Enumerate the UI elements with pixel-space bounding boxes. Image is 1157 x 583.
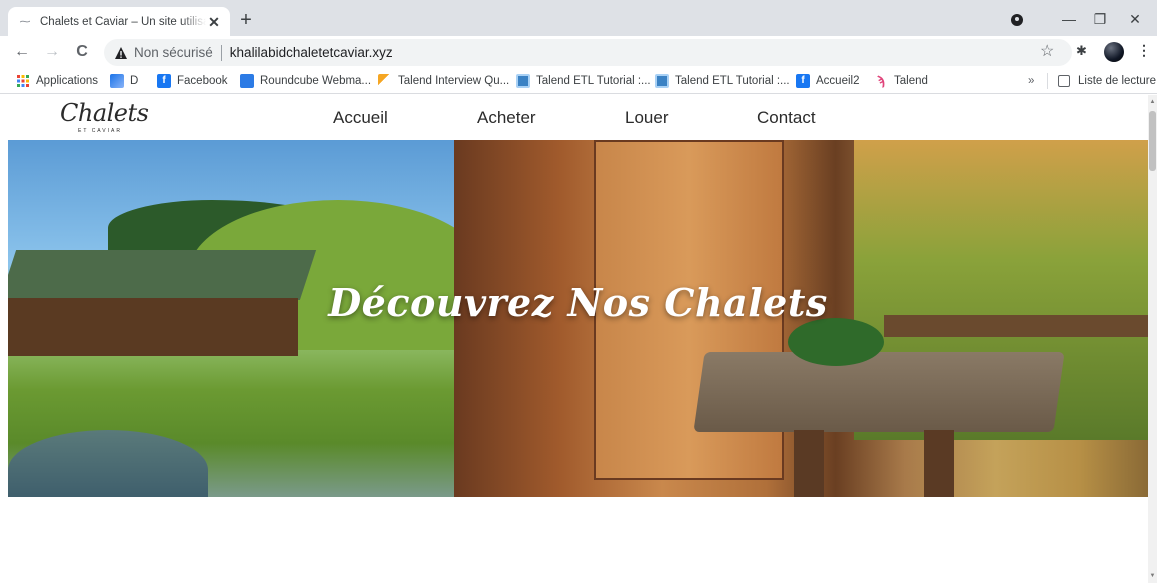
table-top-shape (693, 352, 1065, 432)
bookmark-talend-etl-2[interactable]: Talend ETL Tutorial :... (655, 72, 790, 90)
close-window-button[interactable]: ✕ (1124, 8, 1146, 30)
bookmark-label: Facebook (177, 75, 228, 87)
tab-search-icon[interactable] (1011, 14, 1023, 26)
url-separator (220, 44, 222, 61)
bookmark-talend[interactable]: ϡ Talend (874, 72, 928, 90)
bookmarks-divider (1047, 73, 1048, 89)
bookmark-label: Applications (36, 75, 99, 87)
browser-tab[interactable]: ⁓ Chalets et Caviar – Un site utilisant … (8, 7, 230, 36)
bookmark-label: Accueil2 (816, 75, 860, 87)
tutorial-icon (516, 74, 530, 88)
bookmark-label: Talend ETL Tutorial :... (536, 75, 651, 87)
warning-icon[interactable] (114, 46, 128, 60)
address-bar[interactable]: Non sécurisé khalilabidchaletetcaviar.xy… (104, 39, 1072, 66)
browser-toolbar: ← → C Non sécurisé khalilabidchaletetcav… (0, 36, 1157, 68)
talend-icon (378, 74, 392, 88)
hero-title: Découvrez Nos Chalets (328, 280, 828, 325)
reading-list-icon (1058, 75, 1070, 87)
roundcube-icon (240, 74, 254, 88)
pond-shape (8, 430, 208, 497)
flower-basket-shape (788, 318, 884, 366)
scroll-down-icon[interactable]: ▼ (1149, 573, 1156, 579)
site-header: Chalets ET CAVIAR Accueil Acheter Louer … (0, 95, 1148, 140)
bookmark-accueil2[interactable]: f Accueil2 (796, 72, 859, 90)
bookmark-star-icon[interactable]: ☆ (1040, 41, 1054, 61)
drive-icon (110, 74, 124, 88)
bookmark-facebook[interactable]: f Facebook (157, 72, 228, 90)
site-logo[interactable]: Chalets ET CAVIAR (56, 99, 149, 137)
back-button[interactable]: ← (12, 42, 32, 62)
extensions-icon[interactable]: ✱ (1076, 43, 1087, 59)
apps-grid-icon (17, 75, 29, 87)
talend-logo-icon: ϡ (877, 73, 885, 88)
table-leg-shape (794, 430, 824, 497)
tab-close-icon[interactable]: ✕ (206, 14, 222, 30)
table-leg-shape (924, 430, 954, 497)
web-page: Chalets ET CAVIAR Accueil Acheter Louer … (0, 95, 1148, 583)
bookmark-roundcube[interactable]: Roundcube Webma... (240, 72, 371, 90)
loading-favicon-icon: ⁓ (19, 15, 31, 28)
insecure-label[interactable]: Non sécurisé (134, 45, 213, 60)
minimize-button[interactable]: — (1058, 8, 1080, 30)
bookmark-applications[interactable]: Applications (16, 72, 98, 90)
scrollbar-thumb[interactable] (1149, 111, 1156, 171)
tab-title: Chalets et Caviar – Un site utilisant (40, 15, 206, 28)
bookmarks-overflow-button[interactable]: » (1028, 72, 1034, 90)
tab-strip: ⁓ Chalets et Caviar – Un site utilisant … (0, 0, 1157, 36)
logo-text: Chalets (60, 99, 149, 127)
bookmark-label: D (130, 75, 139, 87)
profile-avatar[interactable] (1104, 42, 1124, 62)
nav-louer[interactable]: Louer (625, 108, 668, 128)
facebook-icon: f (796, 74, 810, 88)
bookmark-label: Roundcube Webma... (260, 75, 372, 87)
new-tab-button[interactable]: + (236, 10, 256, 31)
bookmark-label: Talend ETL Tutorial :... (675, 75, 790, 87)
nav-acheter[interactable]: Acheter (477, 108, 536, 128)
tutorial-icon (655, 74, 669, 88)
bookmark-label: Talend Interview Qu... (398, 75, 510, 87)
url-text[interactable]: khalilabidchaletetcaviar.xyz (230, 45, 393, 60)
reload-button[interactable]: C (72, 42, 92, 62)
reading-list-button[interactable]: Liste de lecture (1058, 72, 1156, 90)
bookmark-label: Talend (894, 75, 928, 87)
bookmark-talend-interview[interactable]: Talend Interview Qu... (378, 72, 509, 90)
logo-subtext: ET CAVIAR (78, 128, 122, 134)
reading-list-label: Liste de lecture (1078, 75, 1156, 87)
page-scrollbar[interactable]: ▲ ▼ (1148, 95, 1157, 583)
bookmarks-bar: Applications D f Facebook Roundcube Webm… (0, 68, 1157, 94)
scroll-up-icon[interactable]: ▲ (1149, 99, 1156, 105)
hero-banner: Découvrez Nos Chalets (8, 140, 1148, 497)
menu-kebab-icon[interactable]: ⋮ (1137, 42, 1151, 59)
bookmark-talend-etl-1[interactable]: Talend ETL Tutorial :... (516, 72, 651, 90)
nav-contact[interactable]: Contact (757, 108, 816, 128)
forward-button[interactable]: → (42, 42, 62, 62)
restore-button[interactable]: ❐ (1089, 8, 1111, 30)
nav-accueil[interactable]: Accueil (333, 108, 388, 128)
bookmark-d[interactable]: D (110, 72, 138, 90)
facebook-icon: f (157, 74, 171, 88)
